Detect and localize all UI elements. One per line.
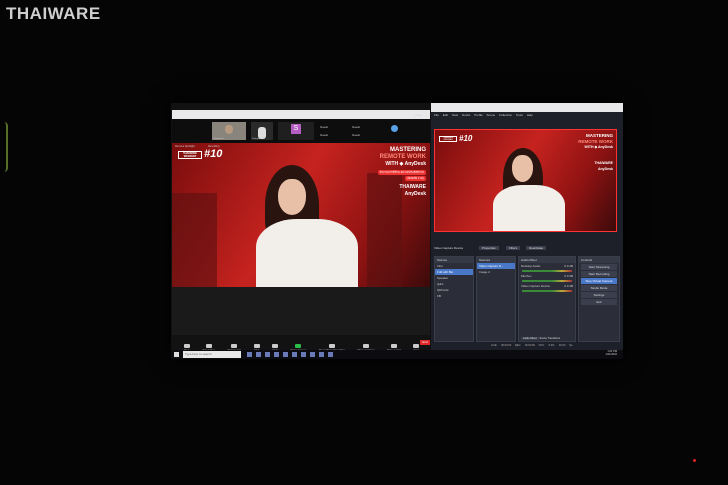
shared-video: Remove Spotlight Recording THAIWARE WEBI… xyxy=(172,143,430,287)
menu-profile[interactable]: Profile xyxy=(474,113,483,117)
channel-mic: Mic/Aux 0.0 dB xyxy=(521,274,573,278)
webinar-badge: THAIWARE WEBINAR xyxy=(439,136,457,142)
menu-edit[interactable]: Edit xyxy=(443,113,448,117)
participant-strip: Participant 1 Participant 2 S Guest Gues… xyxy=(172,113,430,143)
source-toolbar: Video Capture Device Properties Filters … xyxy=(434,246,620,253)
slide-with: WITH ◆ AnyDesk xyxy=(385,161,426,167)
monitor-screen: Participant 1 Participant 2 S Guest Gues… xyxy=(171,103,623,359)
volume-meter[interactable] xyxy=(522,270,572,272)
name-tile[interactable]: Guest xyxy=(320,125,328,129)
menu-docks[interactable]: Docks xyxy=(462,113,470,117)
name-tile[interactable]: Guest xyxy=(320,133,328,137)
menu-tools[interactable]: Tools xyxy=(516,113,523,117)
zoom-toolbar: Mute Stop Video Participants Q&A Chat Sh… xyxy=(172,335,465,352)
volume-meter[interactable] xyxy=(522,290,572,292)
menu-help[interactable]: Help xyxy=(527,113,533,117)
obs-status-bar: LIVE: 00:00:00 REC: 00:00:00 CPU: 5.3%, … xyxy=(491,344,573,347)
audio-mixer-dock: Audio Mixer Desktop Audio 0.0 dB Mic/Aux 0… xyxy=(518,256,576,342)
obs-window: File Edit View Docks Profile Scene Colle… xyxy=(431,103,623,350)
red-indicator-light xyxy=(693,459,696,462)
menu-scene-collection[interactable]: Scene Collection xyxy=(487,113,513,117)
start-recording-button[interactable]: Start Recording xyxy=(581,271,617,277)
thaiware-watermark: THAIWARE xyxy=(6,4,101,23)
pinned-apps xyxy=(247,352,337,357)
exit-button[interactable]: Exit xyxy=(581,299,617,305)
participant-name: Participant 1 xyxy=(213,138,225,140)
tab-audio-mixer[interactable]: Audio Mixer xyxy=(521,337,539,340)
slide-subtitle: REMOTE WORK xyxy=(578,139,613,144)
sponsor-thaiware: THAIWARE xyxy=(399,184,426,190)
start-icon[interactable] xyxy=(174,352,179,357)
sponsor-anydesk: AnyDesk xyxy=(404,191,426,197)
cpu-status: CPU: 5.3%, 30.00 fps xyxy=(538,344,573,347)
source-item[interactable]: Image 2 xyxy=(477,269,515,275)
spotlight-button[interactable]: Remove Spotlight xyxy=(175,145,195,148)
dock-title: Controls xyxy=(579,257,619,263)
episode-number: #10 xyxy=(459,134,473,143)
scenes-dock: Scenes Intro Full with Bio Speaker Q&A Q… xyxy=(434,256,474,342)
avatar: S xyxy=(291,124,301,134)
participant-name: Participant 2 xyxy=(252,138,264,140)
properties-button[interactable]: Properties xyxy=(479,246,499,250)
obs-title-bar xyxy=(431,103,623,112)
slide-tag: ทำงานจากที่บ้าน อย่างมีประสิทธิภาพ xyxy=(377,170,426,175)
participant-tile[interactable]: Participant 2 xyxy=(251,122,273,140)
name-tile[interactable]: Guest xyxy=(352,125,360,129)
settings-button[interactable]: Settings xyxy=(581,292,617,298)
controls-dock: Controls Start Streaming Start Recording… xyxy=(578,256,620,342)
scene-item[interactable]: FB xyxy=(435,293,473,299)
clock: 1:02 PM 1/21/2022 xyxy=(605,350,617,356)
zoom-title-bar xyxy=(172,110,430,119)
sources-dock: Sources Video Capture D... Image 2 xyxy=(476,256,516,342)
rec-status: REC: 00:00:00 xyxy=(514,344,535,347)
monitor-led xyxy=(0,122,8,172)
channel-desktop-audio: Desktop Audio 0.0 dB xyxy=(521,264,573,268)
webinar-badge: THAIWARE WEBINAR xyxy=(178,151,202,159)
windows-taskbar: Type here to search 1:02 PM 1/21/2022 xyxy=(171,350,623,359)
name-tile[interactable]: Guest xyxy=(352,133,360,137)
participant-tile[interactable]: Participant 1 xyxy=(212,122,246,140)
sponsor-thaiware: THAIWARE xyxy=(594,161,613,165)
next-page-icon[interactable] xyxy=(391,125,398,132)
view-button[interactable]: View xyxy=(415,113,421,117)
obs-menu-bar: File Edit View Docks Profile Scene Colle… xyxy=(434,113,533,117)
live-status: LIVE: 00:00:00 xyxy=(491,344,512,347)
end-meeting-button[interactable]: End xyxy=(420,340,430,345)
start-streaming-button[interactable]: Start Streaming xyxy=(581,264,617,270)
studio-mode-button[interactable]: Studio Mode xyxy=(581,285,617,291)
stop-virtual-camera-button[interactable]: Stop Virtual Camera xyxy=(581,278,617,284)
menu-view[interactable]: View xyxy=(452,113,458,117)
menu-file[interactable]: File xyxy=(434,113,439,117)
obs-preview: THAIWARE WEBINAR #10 MASTERING REMOTE WO… xyxy=(434,129,617,232)
selected-source-name: Video Capture Device xyxy=(434,246,464,250)
taskbar-search[interactable]: Type here to search xyxy=(183,351,241,358)
zoom-window: Participant 1 Participant 2 S Guest Gues… xyxy=(172,110,465,352)
slide-with: WITH ◆ AnyDesk xyxy=(584,145,613,149)
slide-tag: ปลอดภัย ง่ายๆ xyxy=(404,176,426,181)
deactivate-button[interactable]: Deactivate xyxy=(526,246,547,250)
participant-tile[interactable]: S xyxy=(278,122,314,140)
volume-meter[interactable] xyxy=(522,280,572,282)
episode-number: #10 xyxy=(204,148,223,160)
sponsor-anydesk: AnyDesk xyxy=(598,167,613,171)
channel-video-capture: Video Capture Device 0.0 dB xyxy=(521,284,573,288)
tab-scene-transitions[interactable]: Scene Transitions xyxy=(539,337,560,340)
slide-title: MASTERING xyxy=(586,133,613,138)
filters-button[interactable]: Filters xyxy=(506,246,521,250)
slide-subtitle: REMOTE WORK xyxy=(379,154,426,160)
slide-title: MASTERING xyxy=(390,147,426,153)
